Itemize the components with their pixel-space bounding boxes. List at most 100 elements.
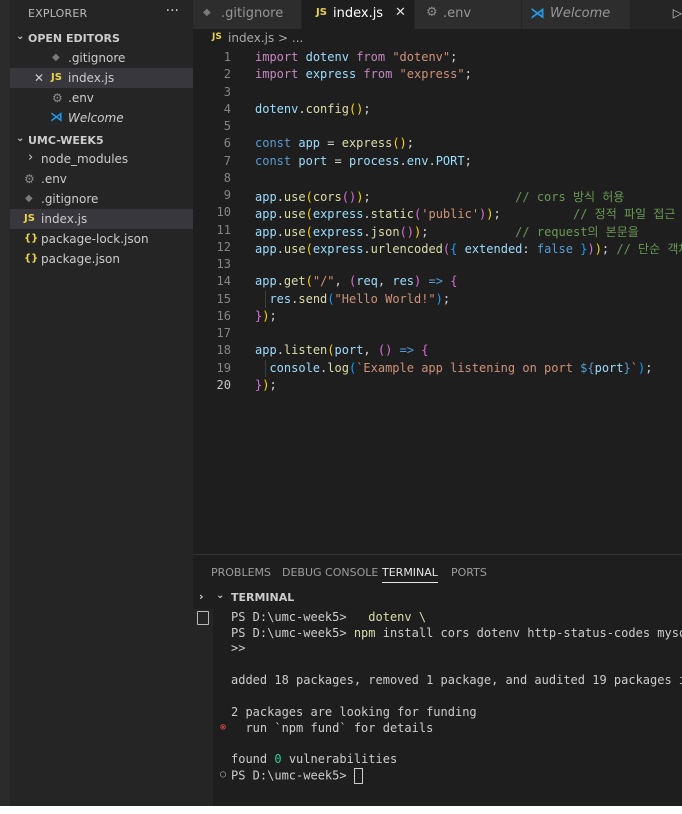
tree-item-label: index.js bbox=[41, 212, 88, 226]
open-editors-header[interactable]: ⌄ OPEN EDITORS bbox=[10, 28, 193, 50]
tab-label: .env bbox=[443, 6, 472, 21]
code-token: // 정적 파일 접근 bbox=[573, 207, 676, 222]
code-token: ; bbox=[493, 207, 573, 222]
open-editor-env[interactable]: ⚙ .env bbox=[10, 88, 193, 108]
code-token: app bbox=[255, 241, 277, 256]
code-token: ; bbox=[442, 291, 451, 306]
code-token: . bbox=[363, 207, 371, 222]
code-token: env bbox=[406, 153, 429, 168]
js-icon: JS bbox=[316, 7, 327, 18]
tree-item-package-lock[interactable]: {} package-lock.json bbox=[10, 229, 193, 249]
tab-debug-console[interactable]: DEBUG CONSOLE bbox=[282, 566, 378, 579]
terminal-text: found bbox=[231, 752, 275, 766]
tab-label: .gitignore bbox=[221, 6, 284, 21]
line-number: 16 bbox=[216, 308, 231, 323]
code-token: app bbox=[255, 207, 277, 222]
code-token: ( bbox=[305, 224, 313, 239]
code-token: console bbox=[269, 360, 321, 375]
terminal-list-icon[interactable] bbox=[197, 611, 209, 625]
tab-problems[interactable]: PROBLEMS bbox=[211, 566, 271, 579]
terminal-command: dotenv \ bbox=[353, 610, 427, 624]
code-token: : bbox=[522, 241, 537, 256]
bottom-panel: PROBLEMS DEBUG CONSOLE TERMINAL PORTS › … bbox=[193, 554, 682, 806]
code-token: ( bbox=[327, 291, 335, 306]
code-token: use bbox=[283, 190, 306, 204]
code-token: port bbox=[594, 360, 624, 375]
code-token: use bbox=[283, 207, 306, 222]
code-editor[interactable]: 1 2 3 4 5 6 7 8 9 10 11 12 13 14 15 16 17 18 19 20 import d… bbox=[193, 49, 682, 554]
code-line: import dotenv from "dotenv"; bbox=[255, 50, 457, 64]
error-decoration-icon[interactable]: ⊗ bbox=[220, 722, 226, 733]
code-token: port bbox=[298, 153, 328, 168]
code-line: app.use(cors()); // cors 방식 허용 bbox=[255, 188, 624, 205]
close-icon[interactable]: ✕ bbox=[395, 5, 406, 20]
terminal-header[interactable]: › ⌄ TERMINAL bbox=[193, 589, 682, 609]
terminal-prompt: PS D:\umc-week5> bbox=[231, 768, 354, 783]
tree-item-gitignore[interactable]: ◆ .gitignore bbox=[10, 189, 193, 209]
tree-item-node-modules[interactable]: › node_modules bbox=[10, 149, 193, 169]
code-token: ( bbox=[305, 207, 313, 222]
code-token: express bbox=[312, 224, 364, 239]
editor-tabs: ◆ .gitignore JS index.js ✕ ⚙ .env ⋊ Welc… bbox=[193, 0, 682, 29]
tab-terminal[interactable]: TERMINAL bbox=[382, 566, 438, 583]
code-token: ) bbox=[594, 241, 602, 256]
tree-item-package-json[interactable]: {} package.json bbox=[10, 249, 193, 269]
code-token: ( bbox=[327, 343, 335, 358]
tab-env[interactable]: ⚙ .env bbox=[415, 0, 521, 29]
code-token: . bbox=[276, 241, 284, 256]
terminal-line: >> bbox=[231, 641, 246, 655]
tree-item-indexjs[interactable]: JS index.js bbox=[10, 209, 193, 229]
vulnerability-count: 0 bbox=[274, 752, 282, 766]
code-token: ; bbox=[464, 153, 472, 168]
code-token: . bbox=[399, 153, 407, 168]
code-token: ) bbox=[486, 207, 494, 222]
tab-welcome[interactable]: ⋊ Welcome bbox=[522, 0, 630, 29]
close-icon[interactable]: ✕ bbox=[34, 68, 44, 88]
open-editor-welcome[interactable]: ⋊ Welcome bbox=[10, 108, 193, 128]
code-token: "/" bbox=[312, 274, 335, 289]
code-token: app bbox=[255, 343, 277, 358]
code-token: . bbox=[276, 207, 284, 222]
code-token: () bbox=[392, 136, 407, 151]
line-number: 18 bbox=[216, 343, 231, 358]
code-token: static bbox=[370, 207, 415, 222]
code-line: import express from "express"; bbox=[255, 67, 472, 81]
tab-indexjs[interactable]: JS index.js ✕ bbox=[302, 0, 414, 29]
code-token: ${ bbox=[580, 360, 595, 375]
js-icon: JS bbox=[212, 32, 222, 42]
code-token: PORT bbox=[435, 153, 465, 168]
open-editor-gitignore[interactable]: ◆ .gitignore bbox=[10, 48, 193, 68]
chevron-down-icon: ⌄ bbox=[16, 31, 25, 42]
more-actions-icon[interactable]: ··· bbox=[166, 3, 179, 19]
command-decoration-icon[interactable]: ○ bbox=[220, 769, 226, 780]
run-icon[interactable]: ▷ bbox=[673, 6, 682, 20]
line-number: 2 bbox=[223, 67, 231, 82]
code-token: } bbox=[623, 360, 631, 375]
line-number: 14 bbox=[216, 274, 231, 289]
code-token: "Hello World!" bbox=[334, 291, 436, 306]
tree-item-env[interactable]: ⚙ .env bbox=[10, 169, 193, 189]
code-token: ; bbox=[406, 136, 414, 151]
code-token: { bbox=[450, 274, 458, 289]
code-token: ( bbox=[305, 274, 313, 289]
code-token: "express" bbox=[399, 67, 465, 82]
code-token: dotenv bbox=[305, 50, 349, 64]
code-token: , bbox=[363, 343, 378, 358]
terminal-line: added 18 packages, removed 1 package, an… bbox=[231, 673, 682, 687]
breadcrumb: JS index.js > ... bbox=[193, 29, 682, 49]
line-number: 8 bbox=[223, 170, 231, 185]
json-icon: {} bbox=[24, 233, 39, 244]
code-token: app bbox=[255, 224, 277, 239]
code-token: res bbox=[392, 274, 415, 289]
code-token: app bbox=[298, 136, 321, 151]
breadcrumb-path[interactable]: index.js > ... bbox=[228, 31, 303, 45]
tab-ports[interactable]: PORTS bbox=[451, 566, 487, 579]
code-token: req bbox=[356, 274, 378, 289]
open-editor-indexjs[interactable]: ✕ JS index.js bbox=[10, 68, 193, 88]
tab-gitignore[interactable]: ◆ .gitignore bbox=[193, 0, 301, 29]
js-icon: JS bbox=[51, 72, 62, 83]
terminal-args: install cors dotenv http-status-codes my… bbox=[375, 626, 682, 640]
